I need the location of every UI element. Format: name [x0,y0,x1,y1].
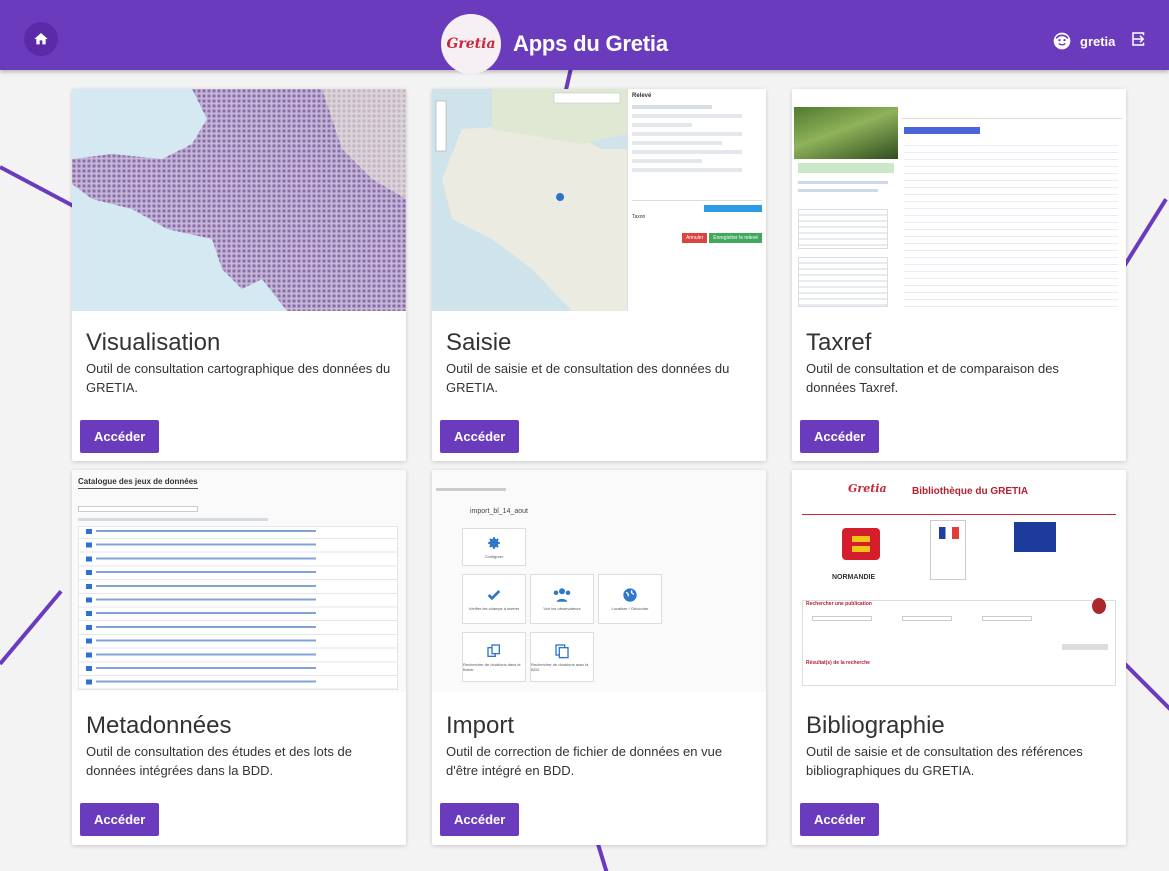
access-button[interactable]: Accéder [440,803,520,836]
import-filename: import_bl_14_aout [470,508,528,515]
card-title: Saisie [446,329,512,356]
card-description: Outil de consultation des études et des … [86,744,352,778]
tile-label: Localiser / Géocoder [611,606,649,611]
region-label: NORMANDIE [832,574,876,581]
card-title: Import [446,712,515,739]
saisie-preview: Relevé Taxon Annuler Enregistrer le rele… [432,89,766,311]
taxref-attribute-table [904,139,1118,309]
results-heading: Résultat(s) de la recherche [806,660,870,666]
catalogue-heading: Catalogue des jeux de données [78,477,198,489]
card-metadonnees: Catalogue des jeux de données Metadonnée… [72,470,406,845]
saisie-form-panel: Relevé Taxon Annuler Enregistrer le rele… [627,89,766,311]
card-title: Taxref [806,329,872,356]
highlight-row [798,163,894,173]
card-title: Bibliographie [806,712,945,739]
tile-label: Rechercher de doublons dans le fichier [463,661,521,672]
card-description: Outil de saisie et de consultation des r… [806,744,1083,778]
eu-flag [1014,522,1056,552]
biblio-heading: Bibliothèque du GRETIA [912,486,1029,497]
access-button[interactable]: Accéder [80,803,160,836]
gear-icon [488,537,500,549]
brand: Gretia Apps du Gretia [441,14,668,74]
tile-label: Rechercher de doublons avec la BDD [531,661,589,672]
visualisation-map-preview [72,89,406,311]
access-button[interactable]: Accéder [440,420,520,453]
logout-button[interactable] [1130,30,1148,53]
copy-icon [555,643,569,658]
import-preview: import_bl_14_aout Configurer Vérifier le… [432,470,766,692]
taxref-tab-bar [902,111,1122,119]
top-app-bar: Gretia Apps du Gretia gretia [0,0,1169,74]
cancel-button: Annuler [682,233,708,243]
search-heading: Rechercher une publication [806,601,872,607]
card-title: Visualisation [86,329,221,356]
taxon-label: Taxon [632,214,646,220]
card-import: import_bl_14_aout Configurer Vérifier le… [432,470,766,845]
access-button[interactable]: Accéder [800,803,880,836]
card-visualisation: Visualisation Outil de consultation cart… [72,89,406,461]
map-thumbnail [72,89,406,311]
french-republic-logo [930,520,966,580]
tile-label: Voir les observateurs [543,606,581,611]
decorative-line [0,165,76,209]
card-title: Metadonnées [86,712,232,739]
card-description: Outil de consultation cartographique des… [86,361,391,395]
add-taxon-chip [704,205,762,212]
dataset-names [96,530,316,686]
taxref-preview [792,89,1126,311]
card-saisie: Relevé Taxon Annuler Enregistrer le rele… [432,89,766,461]
metadata-preview: Catalogue des jeux de données [72,470,406,692]
card-description: Outil de correction de fichier de donnée… [446,744,723,778]
species-photo [794,107,898,159]
form-title: Relevé [632,93,652,99]
decorative-line [596,843,612,871]
user-menu[interactable]: gretia [1052,31,1115,51]
check-icon [487,590,501,601]
globe-icon [623,588,637,602]
bibliographie-preview: Gretia Bibliothèque du GRETIA NORMANDIE … [792,470,1126,692]
decorative-line [0,589,63,666]
normandie-flag [842,528,880,560]
users-icon [553,588,571,602]
taxref-chip [904,127,980,134]
tile-label: Vérifier les champs à insérer [468,606,520,611]
card-description: Outil de saisie et de consultation des d… [446,361,730,395]
logo-text: Gretia [446,36,496,52]
app-title: Apps du Gretia [513,31,668,56]
home-icon [34,33,48,45]
tile-label: Configurer [484,554,504,559]
user-name: gretia [1080,33,1116,49]
gretia-logo: Gretia [441,14,501,74]
logout-icon [1132,32,1145,46]
home-button[interactable] [24,22,58,56]
decorative-line [1118,657,1169,721]
user-face-icon [1053,32,1071,50]
dataset-checkboxes [86,529,92,685]
biblio-logo: Gretia [848,482,887,495]
card-bibliographie: Gretia Bibliothèque du GRETIA NORMANDIE … [792,470,1126,845]
access-button[interactable]: Accéder [800,420,880,453]
access-button[interactable]: Accéder [80,420,160,453]
card-description: Outil de consultation et de comparaison … [806,361,1059,395]
duplicates-icon [487,643,500,657]
save-record-button: Enregistrer le relevé [709,233,762,243]
bug-icon [1092,598,1106,614]
card-taxref: Taxref Outil de consultation et de compa… [792,89,1126,461]
